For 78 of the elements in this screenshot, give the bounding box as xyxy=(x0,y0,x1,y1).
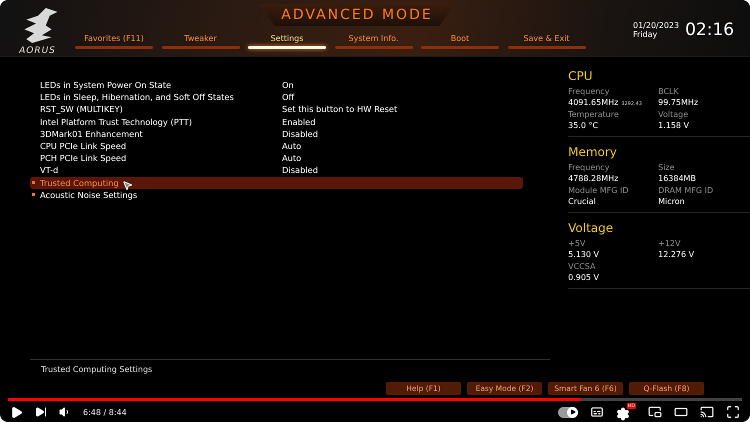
info-value: 0.905 V xyxy=(568,273,600,282)
mode-title: ADVANCED MODE xyxy=(259,4,455,26)
info-value: 12.276 V xyxy=(658,250,696,259)
play-button[interactable] xyxy=(10,406,23,418)
bullet-icon xyxy=(32,193,35,196)
setting-label: Acoustic Noise Settings xyxy=(40,190,138,200)
setting-row[interactable]: LEDs in Sleep, Hibernation, and Soft Off States Off xyxy=(30,91,523,104)
info-label: Temperature xyxy=(568,110,620,119)
setting-label: Intel Platform Trust Technology (PTT) xyxy=(40,116,192,127)
autoplay-toggle[interactable] xyxy=(558,406,578,418)
info-label: Frequency xyxy=(568,163,610,172)
info-label: DRAM MFG ID xyxy=(658,186,714,195)
help-text: Trusted Computing Settings xyxy=(41,365,154,374)
setting-label: RST_SW (MULTIKEY) xyxy=(40,104,123,114)
setting-label: VT-d xyxy=(40,165,58,176)
info-label: BCLK xyxy=(658,87,680,96)
miniplayer-button[interactable] xyxy=(648,405,662,419)
setting-row[interactable]: Intel Platform Trust Technology (PTT) Enabled xyxy=(30,116,523,128)
setting-row[interactable]: Acoustic Noise Settings xyxy=(30,188,523,201)
setting-label: LEDs in System Power On State xyxy=(40,80,172,90)
setting-row[interactable]: PCH PCIe Link Speed Auto xyxy=(30,152,523,164)
setting-row[interactable]: CPU PCIe Link Speed Auto xyxy=(30,140,523,152)
info-value: 4788.28MHz xyxy=(568,174,620,183)
weekday-text: Friday xyxy=(633,30,658,39)
setting-row[interactable]: RST_SW (MULTIKEY) Set this button to HW Reset xyxy=(30,103,523,116)
setting-value: Enabled xyxy=(282,116,316,127)
section-title: Voltage xyxy=(568,221,614,235)
info-label: +12V xyxy=(658,239,682,248)
menu-tab[interactable]: Save & Exit xyxy=(508,34,586,49)
setting-label: 3DMark01 Enhancement xyxy=(40,128,143,139)
setting-label: Trusted Computing xyxy=(40,178,119,188)
setting-value: Set this button to HW Reset xyxy=(282,104,398,114)
setting-label: LEDs in Sleep, Hibernation, and Soft Off States xyxy=(40,92,234,102)
info-label: Voltage xyxy=(658,110,690,119)
subtitles-button[interactable] xyxy=(590,405,604,419)
info-label: VCCSA xyxy=(568,262,596,271)
next-button[interactable] xyxy=(35,406,47,418)
setting-row[interactable]: VT-d Disabled xyxy=(30,164,523,176)
theater-mode-button[interactable] xyxy=(674,405,688,419)
setting-label: CPU PCIe Link Speed xyxy=(40,141,126,152)
playback-time: 6:48 / 8:44 xyxy=(83,408,127,416)
setting-row[interactable]: 3DMark01 Enhancement Disabled xyxy=(30,128,523,140)
info-value: 35.0 °C xyxy=(568,121,600,130)
info-value: 99.75MHz xyxy=(658,98,700,107)
info-value: Micron xyxy=(658,197,686,206)
menu-tab[interactable]: Favorites (F11) xyxy=(75,34,153,49)
setting-value: Off xyxy=(282,92,294,102)
cast-button[interactable] xyxy=(700,405,714,419)
info-value: 1.158 V xyxy=(658,121,690,130)
info-label: +5V xyxy=(568,239,586,248)
bullet-icon xyxy=(32,181,35,184)
play-icon xyxy=(570,409,576,415)
menu-tab[interactable]: Boot xyxy=(421,34,499,49)
info-value: 16384MB xyxy=(658,174,697,183)
section-title: Memory xyxy=(568,145,618,159)
info-value: Crucial xyxy=(568,197,597,206)
volume-button[interactable] xyxy=(59,406,71,418)
setting-row[interactable]: Trusted Computing xyxy=(30,176,523,189)
setting-value: Auto xyxy=(282,153,302,164)
menu-tab[interactable]: System Info. xyxy=(334,34,412,49)
fullscreen-button[interactable] xyxy=(726,405,740,419)
info-label: Module MFG ID xyxy=(568,186,630,195)
brand-logo-text: AORUS xyxy=(19,46,56,56)
setting-value: Disabled xyxy=(282,128,318,139)
section-title: CPU xyxy=(568,69,594,83)
setting-value: Auto xyxy=(282,141,302,152)
setting-value: On xyxy=(282,80,294,90)
setting-row[interactable]: LEDs in System Power On State On xyxy=(30,79,523,92)
info-value: 5.130 V xyxy=(568,250,600,259)
menu-tab[interactable]: Tweaker xyxy=(162,34,240,49)
menu-tab[interactable]: Settings xyxy=(248,34,326,49)
info-label: Size xyxy=(658,163,676,172)
clock-time: 02:16 xyxy=(685,20,734,40)
setting-label: PCH PCIe Link Speed xyxy=(40,153,126,164)
date-text: 01/20/2023 xyxy=(633,21,680,30)
mouse-cursor-icon xyxy=(122,180,133,191)
setting-value: Disabled xyxy=(282,165,318,176)
info-label: Frequency xyxy=(568,87,610,96)
